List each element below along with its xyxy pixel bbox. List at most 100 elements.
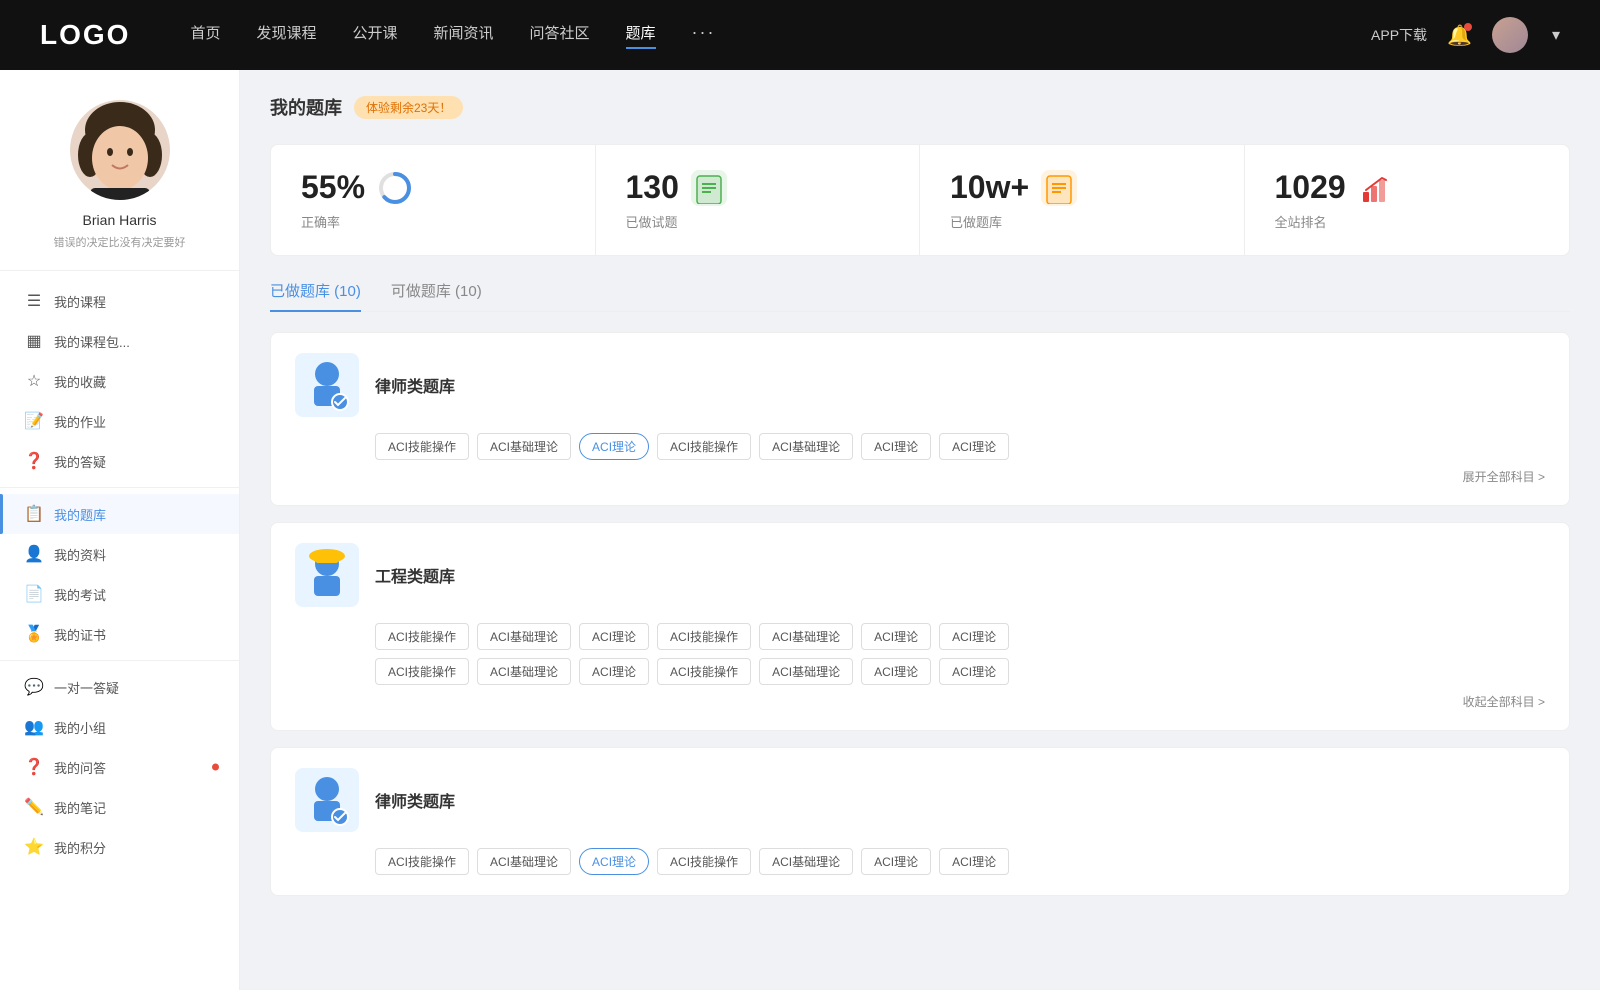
bank-2-tag-7[interactable]: ACI技能操作 [375, 658, 469, 685]
bank-card-3: 律师类题库 ACI技能操作 ACI基础理论 ACI理论 ACI技能操作 ACI基… [270, 747, 1570, 896]
bank-1-tag-0[interactable]: ACI技能操作 [375, 433, 469, 460]
sidebar-item-exam[interactable]: 📄 我的考试 [0, 574, 239, 614]
bank-1-expand[interactable]: 展开全部科目 > [295, 468, 1545, 485]
bank-2-tag-5[interactable]: ACI理论 [861, 623, 931, 650]
nav-news[interactable]: 新闻资讯 [434, 22, 494, 49]
star-icon: ☆ [24, 371, 44, 391]
nav-question-bank[interactable]: 题库 [626, 22, 656, 49]
bank-3-tag-1[interactable]: ACI基础理论 [477, 848, 571, 875]
bank-2-tag-10[interactable]: ACI技能操作 [657, 658, 751, 685]
bank-card-2-header: 工程类题库 [295, 543, 1545, 607]
bank-3-tag-3[interactable]: ACI技能操作 [657, 848, 751, 875]
bank-2-tag-8[interactable]: ACI基础理论 [477, 658, 571, 685]
avatar-chevron-icon[interactable]: ▾ [1552, 25, 1560, 45]
navbar: LOGO 首页 发现课程 公开课 新闻资讯 问答社区 题库 ··· APP下载 … [0, 0, 1600, 70]
bank-3-tag-6[interactable]: ACI理论 [939, 848, 1009, 875]
sidebar-item-homework[interactable]: 📝 我的作业 [0, 401, 239, 441]
sidebar-item-points[interactable]: ⭐ 我的积分 [0, 827, 239, 867]
bank-1-tag-1[interactable]: ACI基础理论 [477, 433, 571, 460]
sidebar-label-course-pack: 我的课程包... [54, 332, 130, 351]
sidebar-item-certificate[interactable]: 🏅 我的证书 [0, 614, 239, 654]
bank-2-icon [295, 543, 359, 607]
bank-2-tag-6[interactable]: ACI理论 [939, 623, 1009, 650]
banks-done-label: 已做题库 [950, 212, 1214, 231]
accuracy-icon [377, 170, 413, 206]
certificate-icon: 🏅 [24, 624, 44, 644]
navbar-right: APP下载 🔔 ▾ [1371, 17, 1560, 53]
sidebar-item-notes[interactable]: ✏️ 我的笔记 [0, 787, 239, 827]
tab-done[interactable]: 已做题库 (10) [270, 280, 361, 311]
sidebar-label-one-on-one: 一对一答疑 [54, 678, 119, 697]
tab-available[interactable]: 可做题库 (10) [391, 280, 482, 311]
group-icon: 👥 [24, 717, 44, 737]
sidebar-label-certificate: 我的证书 [54, 625, 106, 644]
sidebar-item-favorites[interactable]: ☆ 我的收藏 [0, 361, 239, 401]
sidebar-label-qa: 我的答疑 [54, 452, 106, 471]
nav-open-course[interactable]: 公开课 [352, 22, 397, 49]
trial-badge: 体验剩余23天！ [354, 96, 463, 119]
bank-1-tag-6[interactable]: ACI理论 [939, 433, 1009, 460]
sidebar-item-question-bank[interactable]: 📋 我的题库 [0, 494, 239, 534]
nav-home[interactable]: 首页 [190, 22, 220, 49]
bank-1-tag-3[interactable]: ACI技能操作 [657, 433, 751, 460]
nav-qa[interactable]: 问答社区 [530, 22, 590, 49]
bank-2-tag-12[interactable]: ACI理论 [861, 658, 931, 685]
bank-2-tag-9[interactable]: ACI理论 [579, 658, 649, 685]
sidebar-item-qa[interactable]: ❓ 我的答疑 [0, 441, 239, 481]
page-title: 我的题库 [270, 94, 342, 120]
bank-2-tag-1[interactable]: ACI基础理论 [477, 623, 571, 650]
rank-label: 全站排名 [1275, 212, 1540, 231]
logo[interactable]: LOGO [40, 19, 130, 51]
layout: Brian Harris 错误的决定比没有决定要好 ☰ 我的课程 ▦ 我的课程包… [0, 70, 1600, 990]
sidebar-profile: Brian Harris 错误的决定比没有决定要好 [0, 70, 239, 271]
my-qa-icon: ❓ [24, 757, 44, 777]
course-icon: ☰ [24, 291, 44, 311]
bank-1-tag-2[interactable]: ACI理论 [579, 433, 649, 460]
bank-3-tags: ACI技能操作 ACI基础理论 ACI理论 ACI技能操作 ACI基础理论 AC… [375, 848, 1545, 875]
bank-3-tag-0[interactable]: ACI技能操作 [375, 848, 469, 875]
bank-3-tag-4[interactable]: ACI基础理论 [759, 848, 853, 875]
sidebar-item-course-pack[interactable]: ▦ 我的课程包... [0, 321, 239, 361]
bank-2-tag-13[interactable]: ACI理论 [939, 658, 1009, 685]
sidebar-label-course: 我的课程 [54, 292, 106, 311]
bank-3-tag-2[interactable]: ACI理论 [579, 848, 649, 875]
bank-2-tag-0[interactable]: ACI技能操作 [375, 623, 469, 650]
user-avatar[interactable] [1492, 17, 1528, 53]
sidebar-label-notes: 我的笔记 [54, 798, 106, 817]
one-on-one-icon: 💬 [24, 677, 44, 697]
sidebar-item-profile[interactable]: 👤 我的资料 [0, 534, 239, 574]
bank-2-tags-row1: ACI技能操作 ACI基础理论 ACI理论 ACI技能操作 ACI基础理论 AC… [375, 623, 1545, 650]
sidebar-item-course[interactable]: ☰ 我的课程 [0, 281, 239, 321]
bank-1-tag-4[interactable]: ACI基础理论 [759, 433, 853, 460]
stat-accuracy: 55% 正确率 [271, 145, 596, 255]
nav-discover[interactable]: 发现课程 [256, 22, 316, 49]
sidebar-label-exam: 我的考试 [54, 585, 106, 604]
stat-banks-done: 10w+ 已做题库 [920, 145, 1245, 255]
notification-dot [1464, 23, 1472, 31]
notification-bell[interactable]: 🔔 [1447, 23, 1472, 48]
bank-2-expand[interactable]: 收起全部科目 > [295, 693, 1545, 710]
questions-done-icon [691, 170, 727, 206]
sidebar: Brian Harris 错误的决定比没有决定要好 ☰ 我的课程 ▦ 我的课程包… [0, 70, 240, 990]
bank-card-1-header: 律师类题库 [295, 353, 1545, 417]
app-download[interactable]: APP下载 [1371, 25, 1427, 45]
sidebar-item-one-on-one[interactable]: 💬 一对一答疑 [0, 667, 239, 707]
banks-done-icon [1041, 170, 1077, 206]
sidebar-item-my-qa[interactable]: ❓ 我的问答 [0, 747, 239, 787]
bank-2-tag-3[interactable]: ACI技能操作 [657, 623, 751, 650]
bank-3-tag-5[interactable]: ACI理论 [861, 848, 931, 875]
rank-value: 1029 [1275, 169, 1346, 206]
bank-card-1: 律师类题库 ACI技能操作 ACI基础理论 ACI理论 ACI技能操作 ACI基… [270, 332, 1570, 506]
nav-more[interactable]: ··· [692, 22, 716, 49]
sidebar-label-question-bank: 我的题库 [54, 505, 106, 524]
bank-3-icon [295, 768, 359, 832]
bank-2-tag-2[interactable]: ACI理论 [579, 623, 649, 650]
bank-1-icon [295, 353, 359, 417]
bank-1-tag-5[interactable]: ACI理论 [861, 433, 931, 460]
divider-1 [0, 487, 239, 488]
sidebar-item-group[interactable]: 👥 我的小组 [0, 707, 239, 747]
bank-card-3-header: 律师类题库 [295, 768, 1545, 832]
bank-2-tag-11[interactable]: ACI基础理论 [759, 658, 853, 685]
sidebar-motto: 错误的决定比没有决定要好 [54, 234, 186, 250]
bank-2-tag-4[interactable]: ACI基础理论 [759, 623, 853, 650]
